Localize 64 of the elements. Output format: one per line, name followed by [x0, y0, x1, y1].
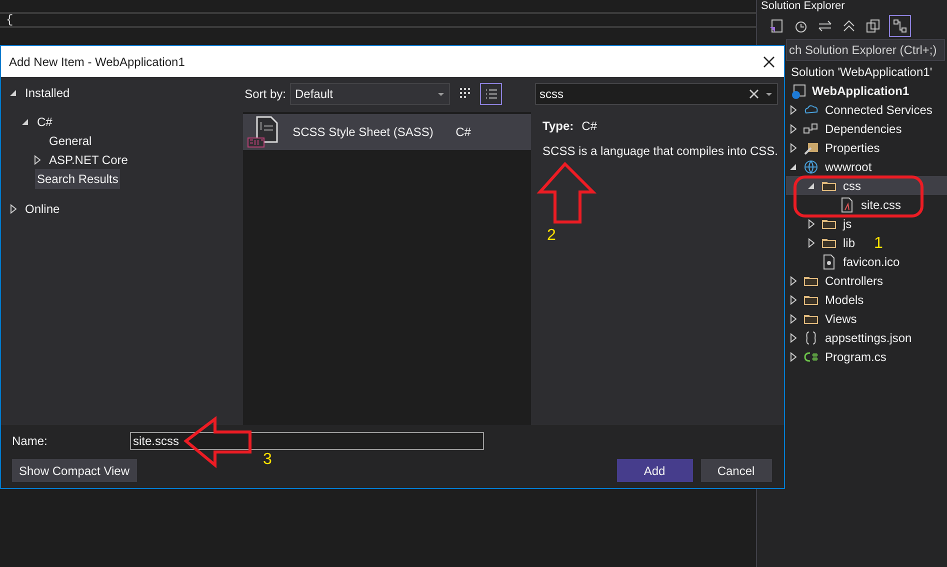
- tree-item[interactable]: Program.cs: [825, 348, 886, 366]
- tree-item[interactable]: Connected Services: [825, 100, 932, 118]
- tree-item[interactable]: Models: [825, 290, 864, 308]
- tree-item[interactable]: Dependencies: [825, 120, 902, 138]
- dropdown-arrow-icon: [436, 91, 445, 97]
- annotation-number: 1: [874, 236, 883, 252]
- category-item[interactable]: C#: [35, 112, 54, 132]
- dialog-button[interactable]: Add: [616, 459, 692, 482]
- sort-dropdown[interactable]: Default: [290, 83, 450, 105]
- dialog-button[interactable]: Show Compact View: [12, 459, 136, 482]
- list-view-icon: [484, 87, 498, 101]
- solution-label: Solution 'WebApplication1': [791, 64, 932, 80]
- dropdown-arrow-icon: [765, 91, 773, 97]
- annotation-number: 2: [547, 228, 556, 244]
- tree-item[interactable]: appsettings.json: [825, 328, 912, 346]
- dependencies-icon: [803, 120, 819, 136]
- name-label: Name:: [12, 433, 48, 450]
- clear-icon: [749, 89, 759, 99]
- sync-icon: [817, 18, 833, 34]
- template-description: SCSS is a language that compiles into CSS.: [542, 143, 778, 160]
- tree-item[interactable]: favicon.ico: [843, 252, 900, 270]
- tree-item[interactable]: Controllers: [825, 272, 884, 290]
- type-label: Type:: [542, 118, 574, 135]
- up-arrow-annotation: [536, 162, 597, 224]
- project-icon: [790, 82, 806, 98]
- search-field[interactable]: scss: [534, 83, 778, 105]
- panel-title: Solution Explorer: [760, 0, 846, 13]
- tree-item[interactable]: Properties: [825, 138, 880, 156]
- search-field[interactable]: ch Solution Explorer (Ctrl+;): [786, 39, 945, 61]
- tree-item[interactable]: Views: [825, 310, 857, 328]
- tree-item[interactable]: lib: [843, 234, 856, 252]
- dialog-title: Add New Item - WebApplication1: [9, 54, 185, 70]
- name-field[interactable]: site.scss: [130, 432, 484, 450]
- template-language: C#: [456, 124, 471, 141]
- grid-view-icon: [458, 87, 472, 101]
- collapse-all-icon: [841, 18, 857, 34]
- sort-label: Sort by:: [244, 86, 286, 103]
- category-item[interactable]: Installed: [23, 82, 72, 102]
- tree-item[interactable]: wwwroot: [825, 158, 872, 176]
- type-value: C#: [582, 118, 597, 135]
- file-icon: [821, 254, 837, 270]
- left-arrow-annotation: [184, 416, 252, 468]
- copy-icon: [865, 18, 881, 34]
- close-icon: [762, 54, 776, 68]
- category-item[interactable]: General: [47, 130, 94, 150]
- tree-item[interactable]: site.css: [861, 196, 902, 214]
- tree-item[interactable]: css: [843, 176, 861, 194]
- category-item[interactable]: Online: [23, 198, 62, 218]
- category-item[interactable]: ASP.NET Core: [47, 150, 130, 170]
- preview-button[interactable]: [889, 15, 911, 37]
- sass-file-icon: [246, 116, 279, 148]
- tree-item[interactable]: js: [843, 214, 852, 232]
- stylesheet-file-icon: [839, 196, 855, 212]
- code-line: {: [6, 14, 14, 26]
- category-item[interactable]: Search Results: [35, 168, 120, 188]
- dialog-button[interactable]: Cancel: [700, 459, 772, 482]
- diagram-icon: [893, 19, 907, 33]
- template-name: SCSS Style Sheet (SASS): [292, 124, 434, 141]
- close-button[interactable]: [762, 54, 776, 68]
- view-toggle-button[interactable]: [480, 83, 502, 105]
- globe-icon: [803, 158, 819, 174]
- annotation-number: 3: [263, 452, 272, 468]
- template-row[interactable]: SCSS Style Sheet (SASS) C#: [242, 114, 531, 150]
- tree-item[interactable]: WebApplication1: [812, 82, 910, 100]
